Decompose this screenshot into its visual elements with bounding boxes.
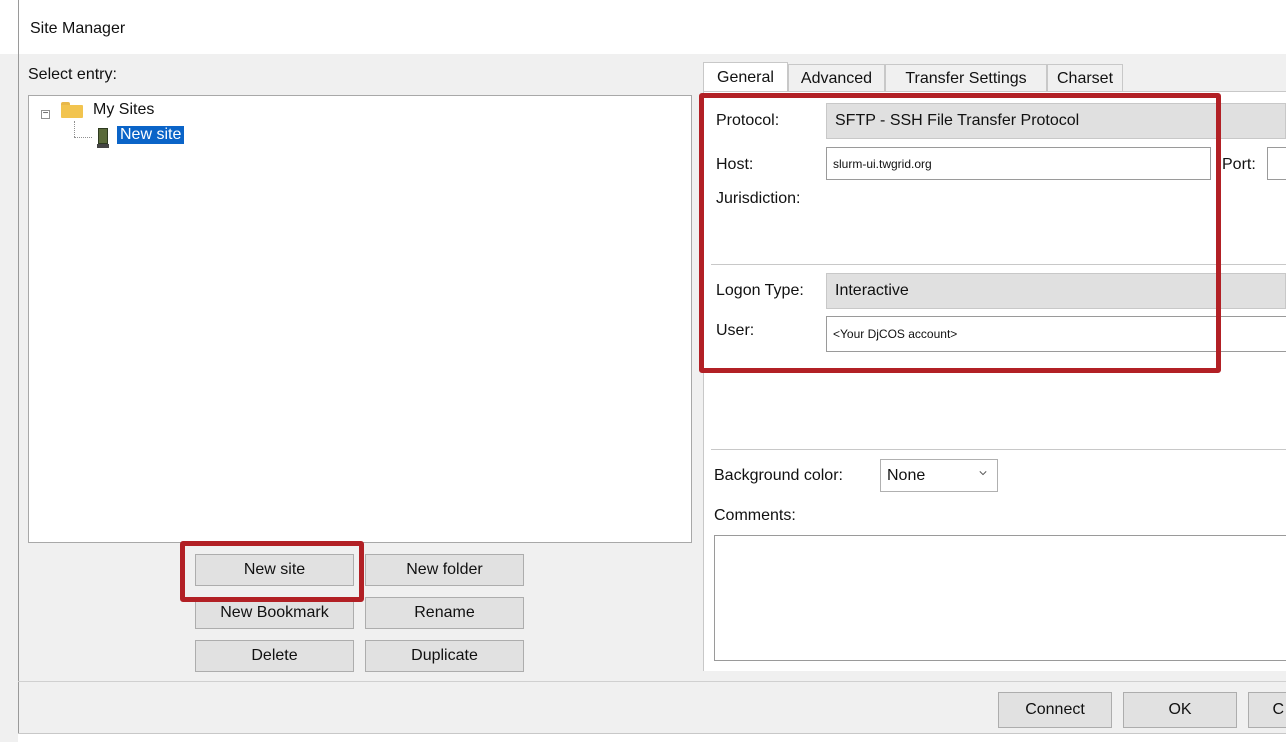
connect-button[interactable]: Connect bbox=[998, 692, 1112, 728]
footer-divider bbox=[18, 681, 1286, 682]
background-color-label: Background color: bbox=[714, 467, 843, 484]
folder-icon bbox=[61, 102, 83, 118]
comments-label: Comments: bbox=[714, 507, 796, 524]
site-server-icon bbox=[97, 128, 109, 150]
rename-button[interactable]: Rename bbox=[365, 597, 524, 629]
tab-charset[interactable]: Charset bbox=[1047, 64, 1123, 92]
highlight-new-site-box bbox=[180, 541, 364, 602]
site-tree[interactable]: − My Sites New site bbox=[28, 95, 692, 543]
comments-textarea[interactable] bbox=[714, 535, 1286, 661]
background-color-value: None bbox=[887, 466, 926, 484]
window-frame bbox=[18, 0, 19, 741]
background-color-select[interactable]: None bbox=[880, 459, 998, 492]
tree-item-new-site[interactable]: New site bbox=[117, 126, 185, 144]
ok-button[interactable]: OK bbox=[1123, 692, 1237, 728]
select-entry-label: Select entry: bbox=[28, 66, 117, 83]
tab-transfer-settings[interactable]: Transfer Settings bbox=[885, 64, 1047, 92]
window-title: Site Manager bbox=[30, 20, 126, 37]
duplicate-button[interactable]: Duplicate bbox=[365, 640, 524, 672]
tree-item-my-sites[interactable]: My Sites bbox=[93, 101, 154, 119]
port-input[interactable] bbox=[1267, 147, 1286, 180]
title-bar: Site Manager bbox=[0, 0, 1286, 54]
tab-general[interactable]: General bbox=[703, 62, 788, 93]
tree-connector bbox=[74, 121, 75, 137]
delete-button[interactable]: Delete bbox=[195, 640, 354, 672]
divider bbox=[711, 449, 1286, 450]
tree-connector bbox=[74, 137, 92, 138]
new-folder-button[interactable]: New folder bbox=[365, 554, 524, 586]
highlight-connection-box bbox=[699, 93, 1221, 373]
tree-collapse-icon[interactable]: − bbox=[41, 109, 50, 119]
tab-advanced[interactable]: Advanced bbox=[788, 64, 885, 92]
chevron-down-icon bbox=[979, 471, 987, 476]
port-label: Port: bbox=[1222, 156, 1256, 173]
cancel-button[interactable]: C bbox=[1248, 692, 1286, 728]
